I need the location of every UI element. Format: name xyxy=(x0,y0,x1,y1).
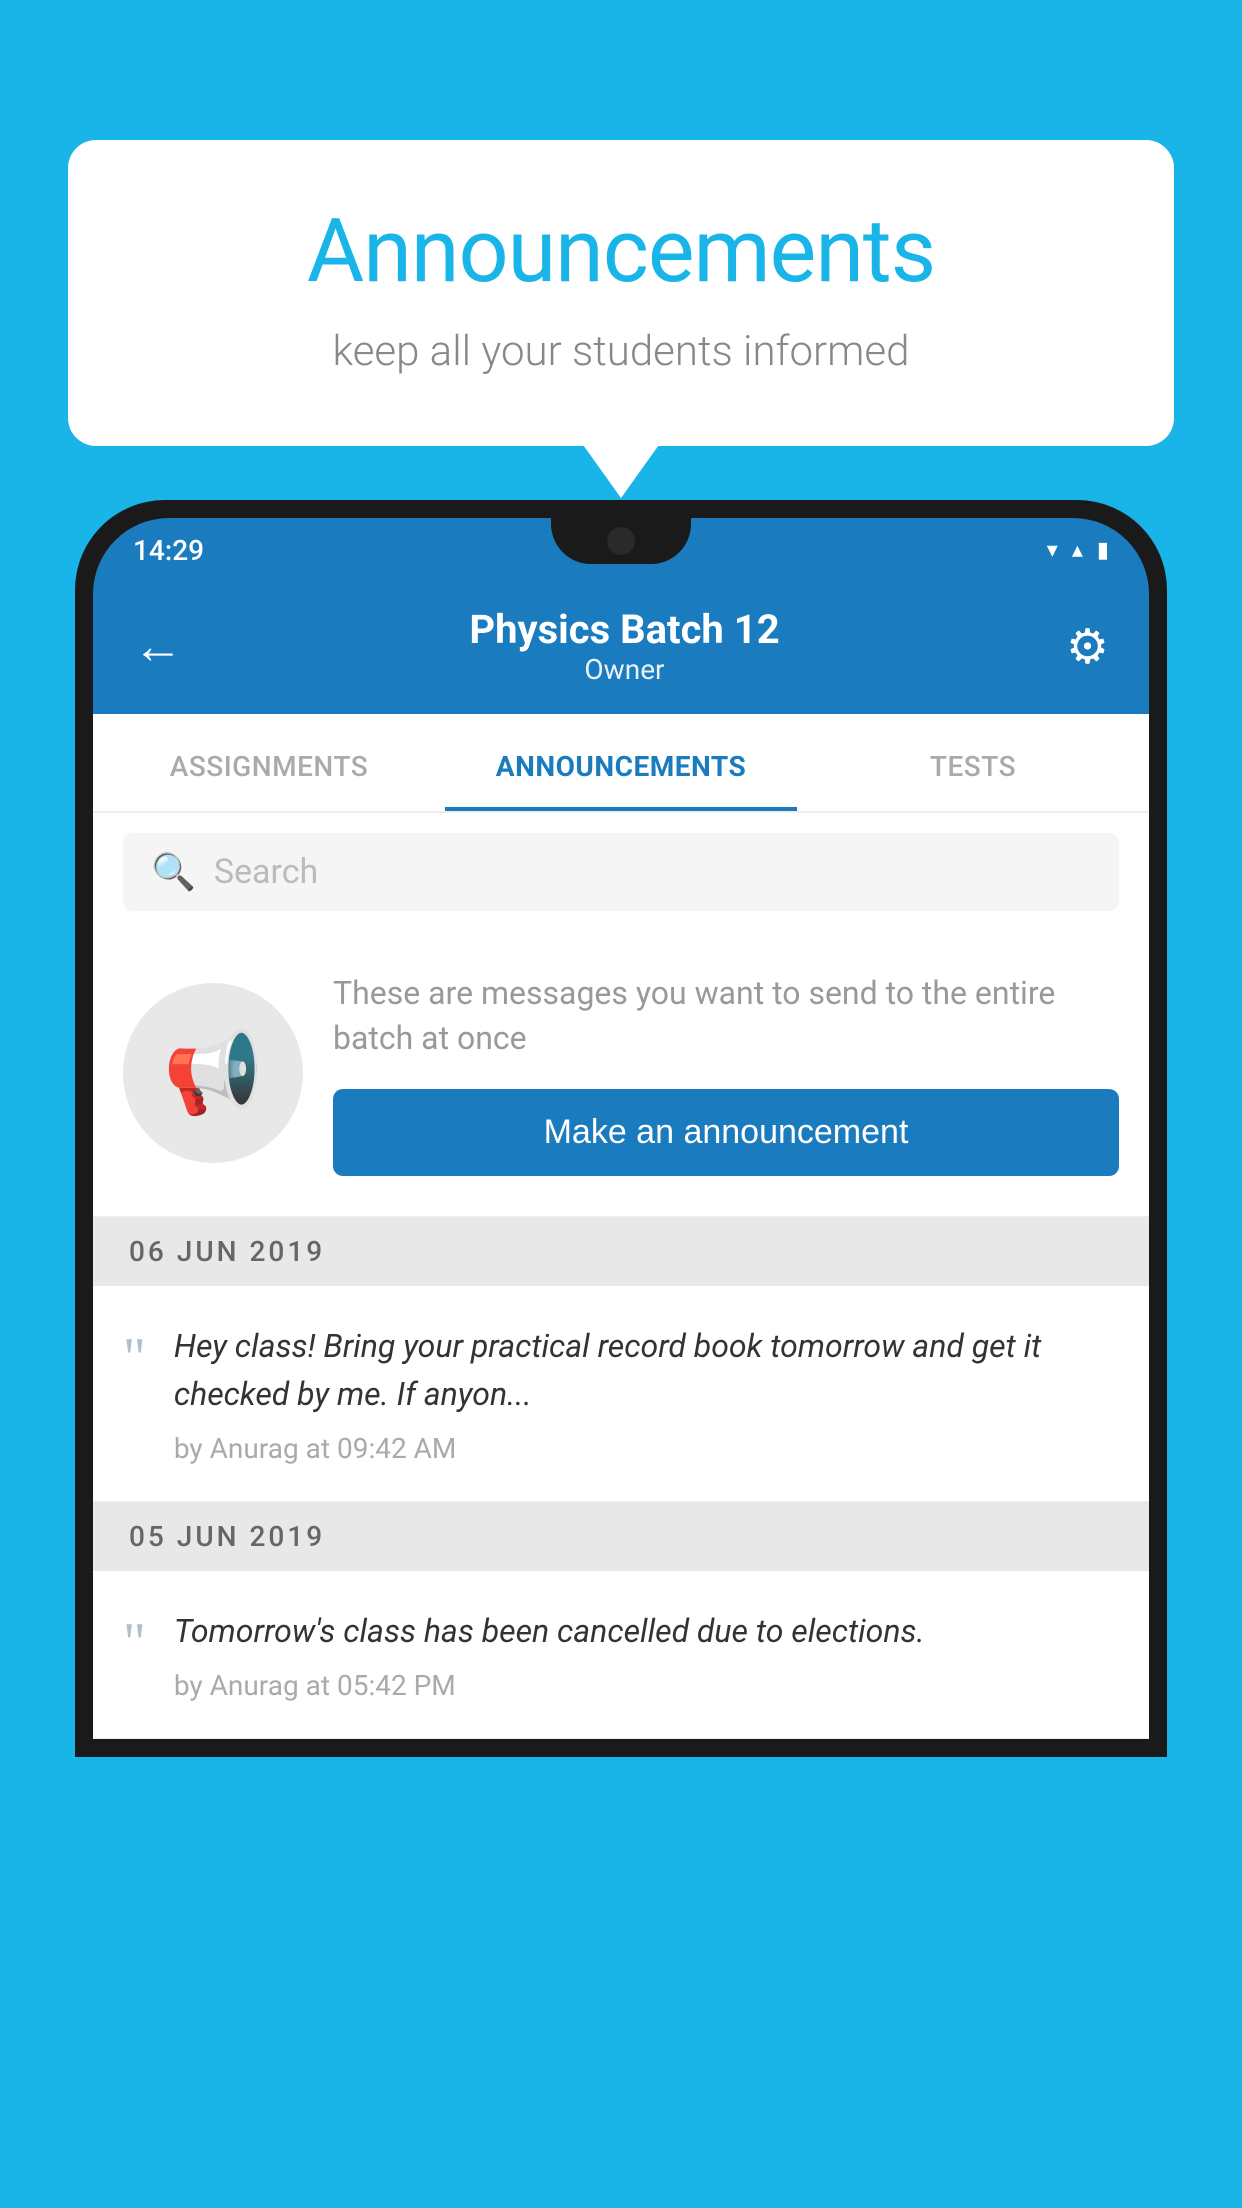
tabs-bar: ASSIGNMENTS ANNOUNCEMENTS TESTS xyxy=(93,714,1149,813)
quote-icon-1: " xyxy=(123,1330,146,1386)
search-icon: 🔍 xyxy=(151,851,196,893)
search-placeholder: Search xyxy=(214,852,318,892)
battery-icon: ▮ xyxy=(1097,538,1109,563)
notch-camera xyxy=(607,527,635,555)
date-section-1: 06 JUN 2019 xyxy=(93,1217,1149,1286)
announcement-item-1[interactable]: " Hey class! Bring your practical record… xyxy=(93,1286,1149,1502)
phone-notch xyxy=(551,518,691,564)
settings-button[interactable]: ⚙ xyxy=(1066,618,1109,675)
header-title: Physics Batch 12 xyxy=(469,606,779,653)
signal-icon: ▴ xyxy=(1072,538,1083,563)
announcement-meta-2: by Anurag at 05:42 PM xyxy=(174,1669,1119,1702)
announcement-text-2: Tomorrow's class has been cancelled due … xyxy=(174,1607,1119,1655)
phone-mockup: 14:29 ▾ ▴ ▮ ← Physics Batch 12 Owner ⚙ A… xyxy=(75,500,1167,2208)
back-button[interactable]: ← xyxy=(133,617,183,676)
promo-icon-circle: 📢 xyxy=(123,983,303,1163)
announcement-item-2[interactable]: " Tomorrow's class has been cancelled du… xyxy=(93,1571,1149,1739)
tab-tests[interactable]: TESTS xyxy=(797,714,1149,811)
header-subtitle: Owner xyxy=(469,653,779,686)
header-center: Physics Batch 12 Owner xyxy=(469,606,779,686)
phone-outer: 14:29 ▾ ▴ ▮ ← Physics Batch 12 Owner ⚙ A… xyxy=(75,500,1167,1757)
wifi-icon: ▾ xyxy=(1047,538,1058,563)
promo-description: These are messages you want to send to t… xyxy=(333,971,1119,1061)
make-announcement-button[interactable]: Make an announcement xyxy=(333,1089,1119,1176)
search-bar: 🔍 Search xyxy=(93,813,1149,931)
announcement-meta-1: by Anurag at 09:42 AM xyxy=(174,1432,1119,1465)
announcement-content-1: Hey class! Bring your practical record b… xyxy=(174,1322,1119,1465)
announcement-text-1: Hey class! Bring your practical record b… xyxy=(174,1322,1119,1418)
date-section-2: 05 JUN 2019 xyxy=(93,1502,1149,1571)
promo-card: 📢 These are messages you want to send to… xyxy=(93,931,1149,1217)
phone-screen: 14:29 ▾ ▴ ▮ ← Physics Batch 12 Owner ⚙ A… xyxy=(93,518,1149,1739)
megaphone-icon: 📢 xyxy=(163,1026,263,1120)
quote-icon-2: " xyxy=(123,1615,146,1671)
tab-announcements[interactable]: ANNOUNCEMENTS xyxy=(445,714,797,811)
speech-bubble-section: Announcements keep all your students inf… xyxy=(68,140,1174,446)
status-time: 14:29 xyxy=(133,534,204,567)
status-icons: ▾ ▴ ▮ xyxy=(1047,538,1109,563)
promo-content: These are messages you want to send to t… xyxy=(333,971,1119,1176)
speech-bubble: Announcements keep all your students inf… xyxy=(68,140,1174,446)
bubble-subtitle: keep all your students informed xyxy=(148,327,1094,376)
tab-assignments[interactable]: ASSIGNMENTS xyxy=(93,714,445,811)
app-header: ← Physics Batch 12 Owner ⚙ xyxy=(93,582,1149,714)
announcement-content-2: Tomorrow's class has been cancelled due … xyxy=(174,1607,1119,1702)
bubble-title: Announcements xyxy=(148,200,1094,303)
search-input-wrap[interactable]: 🔍 Search xyxy=(123,833,1119,911)
